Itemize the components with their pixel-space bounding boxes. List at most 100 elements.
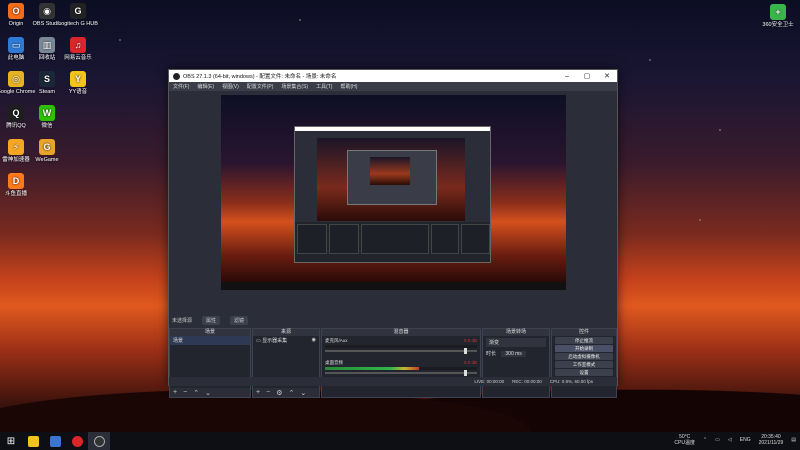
minimize-button[interactable]: – [557,73,577,80]
transitions-title: 场景转场 [483,329,549,336]
obs-window[interactable]: OBS 27.1.3 (64-bit, windows) - 配置文件: 未命名… [168,69,618,398]
desktop-icon-label: Logitech G HUB [58,21,98,27]
scene-item[interactable]: 场景 [170,336,250,345]
mixer-panel: 混音器 麦克风/Aux 0.0 dB 桌面音频 0.0 dB [321,328,481,398]
desktop-icon[interactable]: ♫ 网易云音乐 [58,37,98,61]
language-indicator[interactable]: ENG [740,437,751,443]
sources-panel: 来源 ▭ 显示器采集 ◉ + − ⚙ ⌃ ⌄ [252,328,320,398]
stop-streaming-button[interactable]: 停止推流 [555,337,613,344]
clock[interactable]: 20:35:40 2021/11/29 [759,434,784,446]
app-icon: W [39,105,55,121]
transition-select[interactable]: 渐变 [486,338,546,347]
menu-edit[interactable]: 编辑(E) [197,83,214,90]
menu-help[interactable]: 帮助(H) [340,83,357,90]
settings-button[interactable]: 设置 [555,369,613,376]
gear-icon[interactable]: ⚙ [276,389,282,397]
desktop-icon[interactable]: G Logitech G HUB [58,3,98,27]
desktop-icon-label: YY语音 [68,89,88,95]
menu-view[interactable]: 视图(V) [222,83,239,90]
add-source-button[interactable]: + [256,389,260,396]
notification-icon[interactable]: ▤ [791,437,796,443]
scenes-toolbar: + − ⌃ ⌄ [170,388,250,397]
desktop-icon-label: 360安全卫士 [762,22,794,28]
menu-scene-collection[interactable]: 场景集合(S) [281,83,308,90]
app-icon: D [8,173,24,189]
eye-icon[interactable]: ◉ [312,337,316,343]
preview-area[interactable]: 未选择源 属性 滤镜 场景 场景 + − ⌃ ⌄ 来源 ▭ 显示器采集 ◉ + … [169,91,617,398]
mixer-title: 混音器 [322,329,480,336]
no-source-label: 未选择源 [172,318,193,324]
controls-title: 控件 [552,329,616,336]
app-icon: ◉ [39,3,55,19]
network-icon[interactable]: ▭ [715,437,720,443]
desktop-icon[interactable]: Y YY语音 [58,71,98,95]
scene-toolbar: 未选择源 属性 滤镜 [169,315,617,326]
studio-mode-button[interactable]: 工作室模式 [555,361,613,368]
desktop-icon[interactable]: W 微信 [27,105,67,129]
app-icon: ◎ [8,71,24,87]
taskbar-app-1[interactable] [22,432,44,450]
app-icon: + [770,4,786,20]
remove-source-button[interactable]: − [266,389,270,396]
track-db: 0.0 dB [463,338,477,343]
app-icon: Q [8,105,24,121]
sources-title: 来源 [253,329,319,336]
track-name: 麦克风/Aux [325,338,348,343]
menu-tools[interactable]: 工具(T) [316,83,332,90]
sources-toolbar: + − ⚙ ⌃ ⌄ [253,388,319,397]
duration-input[interactable]: 300 ms [501,351,526,357]
volume-meter [325,367,477,370]
status-bar: LIVE: 00:00:00 REC: 00:00:00 CPU: 0.9%, … [169,377,617,386]
taskbar-app-2[interactable] [44,432,66,450]
title-bar[interactable]: OBS 27.1.3 (64-bit, windows) - 配置文件: 未命名… [169,70,617,82]
track-db: 0.0 dB [463,360,477,365]
source-item-label: 显示器采集 [262,338,288,344]
properties-button[interactable]: 属性 [202,316,221,325]
chevron-up-icon[interactable]: ⌃ [703,437,707,443]
duration-row: 时长 300 ms [483,349,549,358]
obs-icon [93,435,105,447]
filters-button[interactable]: 滤镜 [230,316,249,325]
start-button[interactable]: ⊞ [0,432,22,450]
maximize-button[interactable]: ▢ [577,72,597,80]
menu-profile[interactable]: 配置文件(P) [247,83,274,90]
start-recording-button[interactable]: 开始录制 [555,345,613,352]
menu-bar: 文件(F) 编辑(E) 视图(V) 配置文件(P) 场景集合(S) 工具(T) … [169,82,617,91]
volume-slider[interactable] [325,370,477,376]
netease-music-icon [71,435,83,447]
volume-icon[interactable]: ◁ [728,437,732,443]
desktop-icon-label: 微信 [41,123,53,129]
taskbar: ⊞ 50°C CPU温度 ⌃ ▭ ◁ ENG 20:35:40 2021/11/29… [0,432,800,450]
virtual-camera-button[interactable]: 启动虚拟摄像机 [555,353,613,360]
move-down-icon[interactable]: ⌄ [300,389,306,397]
app-icon: S [39,71,55,87]
move-up-icon[interactable]: ⌃ [193,389,199,397]
windows-icon: ⊞ [6,435,16,447]
add-scene-button[interactable]: + [173,389,177,396]
taskbar-app-3[interactable] [66,432,88,450]
nested-obs-preview [294,126,491,263]
source-item[interactable]: ▭ 显示器采集 ◉ [253,336,319,345]
app-icon: G [70,3,86,19]
volume-slider[interactable] [325,348,477,354]
close-button[interactable]: ✕ [597,72,617,80]
desktop-icon[interactable]: D 斗鱼直播 [0,173,36,197]
move-up-icon[interactable]: ⌃ [288,389,294,397]
app-icon: Y [70,71,86,87]
volume-meter [325,345,477,348]
move-down-icon[interactable]: ⌄ [205,389,211,397]
desktop-icon[interactable]: G WeGame [27,139,67,163]
preview-canvas[interactable] [221,95,566,290]
controls-panel: 控件 停止推流 开始录制 启动虚拟摄像机 工作室模式 设置 退出 [551,328,617,398]
app-icon [49,435,61,447]
app-icon: ♫ [70,37,86,53]
remove-scene-button[interactable]: − [183,389,187,396]
mixer-track-mic: 麦克风/Aux 0.0 dB [325,338,477,354]
taskbar-app-4[interactable] [88,432,110,450]
desktop-icon-label: 网易云音乐 [64,55,92,61]
transitions-panel: 场景转场 渐变 时长 300 ms [482,328,550,398]
menu-file[interactable]: 文件(F) [173,83,189,90]
cpu-status: CPU: 0.9%, 60.00 fps [549,379,593,384]
desktop-icon[interactable]: +360安全卫士 [758,4,798,28]
mixer-track-desktop: 桌面音频 0.0 dB [325,360,477,376]
